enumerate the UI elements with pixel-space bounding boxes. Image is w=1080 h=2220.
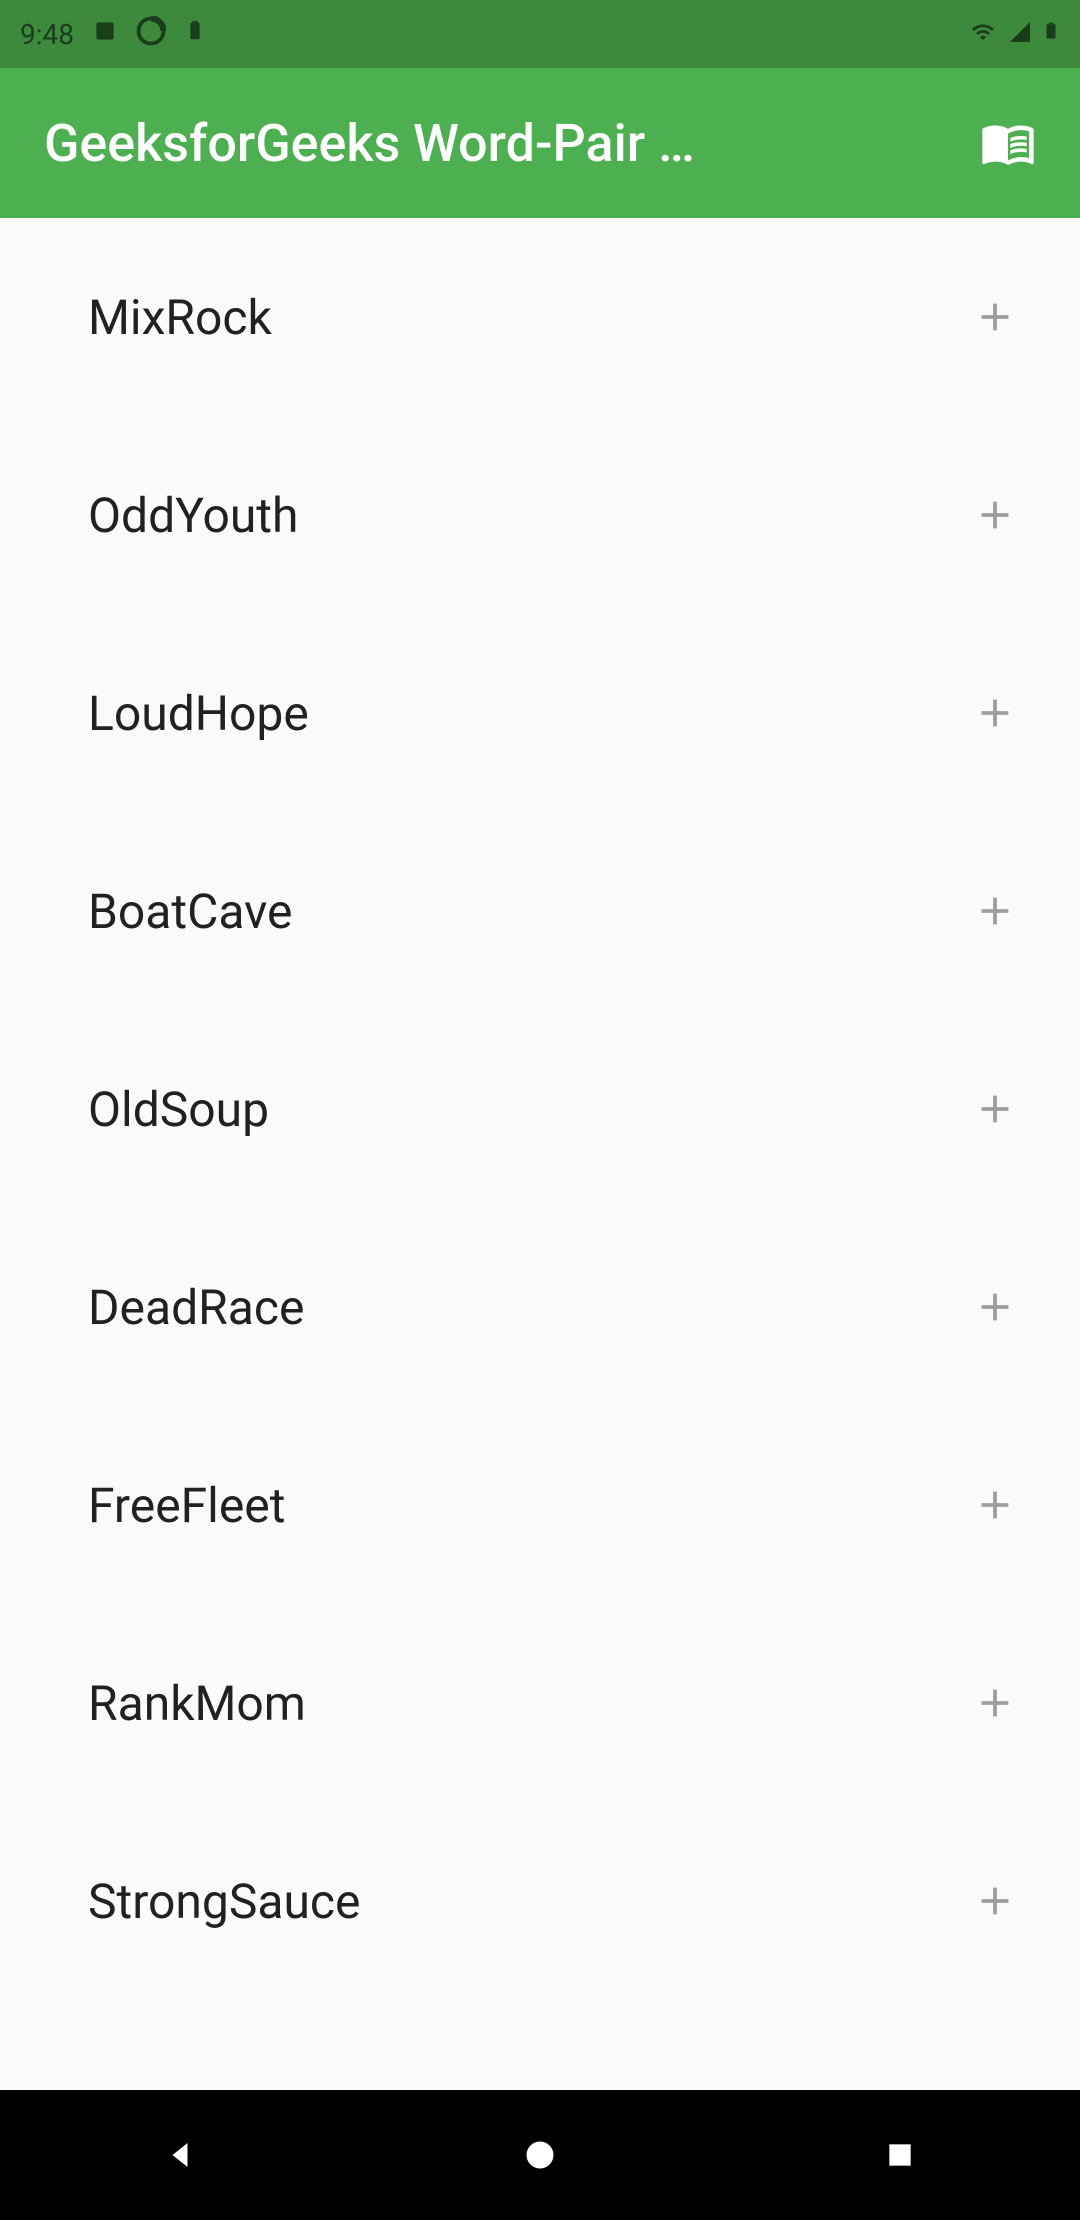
add-button[interactable] <box>970 1876 1020 1926</box>
plus-icon <box>972 690 1018 736</box>
circle-home-icon <box>522 2137 558 2173</box>
add-button[interactable] <box>970 1084 1020 1134</box>
add-button[interactable] <box>970 292 1020 342</box>
plus-icon <box>972 1878 1018 1924</box>
word-pair-label: DeadRace <box>88 1279 304 1336</box>
word-pair-label: FreeFleet <box>88 1477 285 1534</box>
battery-icon <box>1042 17 1060 52</box>
square-recent-icon <box>884 2139 916 2171</box>
plus-icon <box>972 1482 1018 1528</box>
nav-home-button[interactable] <box>480 2125 600 2185</box>
plus-icon <box>972 1284 1018 1330</box>
list-item[interactable]: OddYouth <box>0 416 1080 614</box>
list-item[interactable]: OldSoup <box>0 1010 1080 1208</box>
list-item[interactable]: LoudHope <box>0 614 1080 812</box>
battery-icon-small <box>184 17 206 52</box>
add-button[interactable] <box>970 1678 1020 1728</box>
list-item[interactable]: DeadRace <box>0 1208 1080 1406</box>
word-pair-label: MixRock <box>88 289 272 346</box>
word-pair-label: OldSoup <box>88 1081 269 1138</box>
book-icon <box>980 115 1036 171</box>
triangle-back-icon <box>162 2137 198 2173</box>
plus-icon <box>972 888 1018 934</box>
nav-back-button[interactable] <box>120 2125 240 2185</box>
notification-icon <box>92 18 118 51</box>
plus-icon <box>972 492 1018 538</box>
signal-icon <box>1008 18 1032 51</box>
navigation-bar <box>0 2090 1080 2220</box>
list-item[interactable]: MixRock <box>0 218 1080 416</box>
saved-list-button[interactable] <box>980 115 1036 171</box>
word-pair-label: BoatCave <box>88 883 293 940</box>
status-time: 9:48 <box>20 18 74 51</box>
plus-icon <box>972 1680 1018 1726</box>
plus-icon <box>972 294 1018 340</box>
list-item[interactable]: FreeFleet <box>0 1406 1080 1604</box>
word-pair-list[interactable]: MixRock OddYouth LoudHope BoatCave OldSoup De… <box>0 218 1080 2090</box>
add-button[interactable] <box>970 886 1020 936</box>
nav-recent-button[interactable] <box>840 2125 960 2185</box>
add-button[interactable] <box>970 490 1020 540</box>
list-item[interactable]: RankMom <box>0 1604 1080 1802</box>
app-title: GeeksforGeeks Word-Pair … <box>44 113 695 174</box>
add-button[interactable] <box>970 1480 1020 1530</box>
word-pair-label: OddYouth <box>88 487 298 544</box>
list-item[interactable]: BoatCave <box>0 812 1080 1010</box>
plus-icon <box>972 1086 1018 1132</box>
word-pair-label: LoudHope <box>88 685 309 742</box>
word-pair-label: RankMom <box>88 1675 306 1732</box>
list-item[interactable]: StrongSauce <box>0 1802 1080 2000</box>
wifi-icon <box>968 18 998 51</box>
add-button[interactable] <box>970 1282 1020 1332</box>
app-bar: GeeksforGeeks Word-Pair … <box>0 68 1080 218</box>
data-saver-icon <box>136 16 166 53</box>
add-button[interactable] <box>970 688 1020 738</box>
status-bar-right <box>968 17 1060 52</box>
status-bar-left: 9:48 <box>20 16 206 53</box>
word-pair-label: StrongSauce <box>88 1873 360 1930</box>
status-bar: 9:48 <box>0 0 1080 68</box>
